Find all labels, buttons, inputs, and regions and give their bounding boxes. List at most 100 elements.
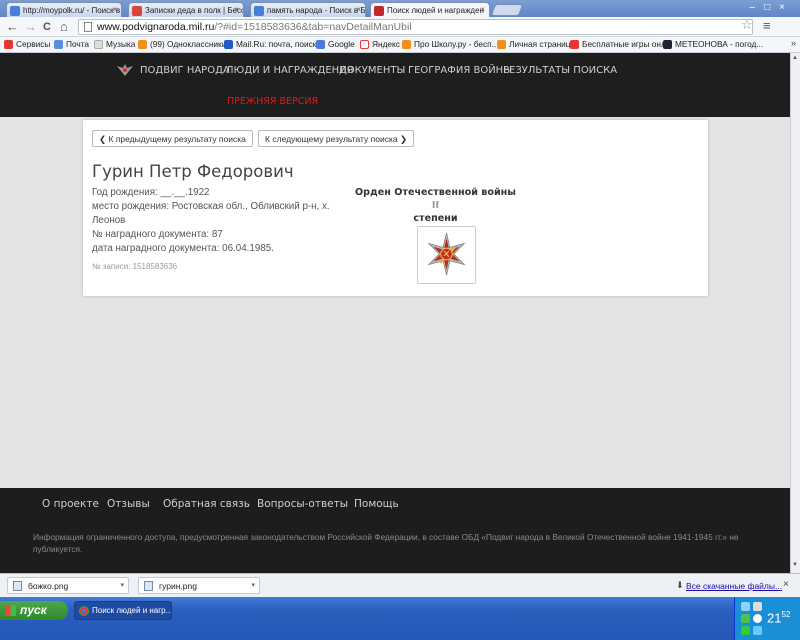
nav-documents[interactable]: ДОКУМЕНТЫ: [339, 65, 405, 76]
yandex-icon: [360, 40, 369, 49]
prev-result-button[interactable]: ❮ К предыдущему результату поиска: [92, 130, 253, 147]
award-title[interactable]: Орден Отечественной войны II степени: [353, 186, 518, 225]
start-label: пуск: [20, 603, 47, 617]
footer-link-feedback[interactable]: Обратная связь: [163, 498, 250, 510]
award-image[interactable]: [417, 226, 476, 284]
page-icon: [84, 22, 92, 32]
url-path: /?#id=1518583636&tab=navDetailManUbil: [214, 21, 412, 33]
chevron-down-icon[interactable]: ▾: [120, 581, 124, 589]
footer-link-about[interactable]: О проекте: [42, 498, 99, 510]
google-search-favicon: [254, 6, 264, 16]
nav-people-awards[interactable]: ЛЮДИ И НАГРАЖДЕНИЯ: [226, 65, 354, 76]
tab-close-icon[interactable]: ×: [356, 5, 361, 14]
games-icon: [570, 40, 579, 49]
footer-link-reviews[interactable]: Отзывы: [107, 498, 150, 510]
bookmark-item[interactable]: Google: [316, 39, 355, 49]
home-button[interactable]: ⌂: [60, 19, 68, 35]
person-name: Гурин Петр Федорович: [92, 162, 294, 181]
birth-place: место рождения: Ростовская обл., Обливск…: [92, 201, 330, 212]
chevron-down-icon[interactable]: ▾: [251, 581, 255, 589]
start-button[interactable]: пуск: [0, 601, 68, 620]
bookmark-label: Музыка: [106, 39, 136, 49]
tab-close-icon[interactable]: ×: [480, 5, 485, 14]
tab-close-icon[interactable]: ×: [112, 5, 117, 14]
bookmark-item[interactable]: Бесплатные игры онл...: [570, 39, 673, 49]
bookmark-item[interactable]: Личная страница: [497, 39, 575, 49]
next-result-button[interactable]: К следующему результату поиска ❯: [258, 130, 415, 147]
windows-logo-icon: [5, 605, 16, 616]
podvig-favicon: [374, 6, 384, 16]
birth-year: Год рождения: __.__.1922: [92, 187, 210, 198]
network-icon[interactable]: [741, 602, 750, 611]
footer-link-help[interactable]: Помощь: [354, 498, 399, 510]
tray-app-icon[interactable]: [753, 614, 762, 623]
download-arrow-icon: ⬇: [676, 580, 684, 590]
bookmark-item[interactable]: Почта: [54, 39, 89, 49]
bookmark-label: Почта: [66, 39, 90, 49]
bookmark-item[interactable]: Про Школу.ру - бесп...: [402, 39, 499, 49]
bookmark-item[interactable]: Mail.Ru: почта, поиск ...: [224, 39, 326, 49]
tab-pamyat[interactable]: память народа - Поиск в Б ×: [250, 2, 366, 17]
menu-icon[interactable]: ≡: [763, 18, 771, 33]
taskbar-window-chrome[interactable]: Поиск людей и нагр...: [74, 601, 172, 620]
nav-search-results[interactable]: РЕЗУЛЬТАТЫ ПОИСКА: [503, 65, 617, 76]
site-favicon: [132, 6, 142, 16]
bookmark-item[interactable]: Яндекс: [360, 39, 400, 49]
record-number: № записи: 1518583636: [92, 262, 178, 271]
tab-label: память народа - Поиск в Б: [267, 6, 366, 15]
window-controls[interactable]: –□×: [750, 2, 794, 13]
folder-icon: [54, 40, 63, 49]
page-icon: [94, 40, 103, 49]
old-version-link[interactable]: ПРЕЖНЯЯ ВЕРСИЯ: [227, 96, 318, 107]
download-item[interactable]: божко.png ▾: [7, 577, 129, 594]
clock[interactable]: 2152: [767, 610, 790, 625]
award-name: Орден Отечественной войны: [355, 187, 516, 198]
footer-link-faq[interactable]: Вопросы-ответы: [257, 498, 348, 510]
back-button[interactable]: ←: [6, 19, 19, 35]
bookmarks-overflow-button[interactable]: »: [791, 38, 796, 48]
bookmark-star-icon[interactable]: ☆: [741, 17, 753, 33]
bookmark-label: Личная страница: [509, 39, 576, 49]
volume-icon[interactable]: [753, 602, 762, 611]
tray-app-icon[interactable]: [741, 626, 750, 635]
tab-strip: http://moypolk.ru/ - Поиск в × Записки д…: [0, 0, 800, 17]
bookmark-item[interactable]: (99) Одноклассники: [138, 39, 226, 49]
bookmark-item[interactable]: МЕТЕОНОВА - погод...: [663, 39, 763, 49]
nav-podvig-naroda[interactable]: ПОДВИГ НАРОДА: [140, 65, 230, 76]
tray-app-icon[interactable]: [753, 626, 762, 635]
nav-war-geography[interactable]: ГЕОГРАФИЯ ВОЙНЫ: [408, 65, 512, 76]
double-eagle-logo-icon[interactable]: [116, 62, 134, 78]
site-icon: [402, 40, 411, 49]
chevron-left-icon: ❮: [99, 134, 107, 144]
taskbar-window-label: Поиск людей и нагр...: [92, 606, 172, 615]
scroll-down-icon[interactable]: ▼: [792, 562, 798, 568]
bookmark-item[interactable]: Сервисы: [4, 39, 50, 49]
mailru-icon: [224, 40, 233, 49]
downloads-bar: божко.png ▾ гурин.png ▾ ⬇ Все скачанные …: [0, 573, 800, 597]
new-tab-button[interactable]: [490, 4, 524, 16]
scroll-up-icon[interactable]: ▲: [792, 55, 798, 61]
clock-minutes: 52: [781, 610, 791, 619]
bookmark-label: Mail.Ru: почта, поиск ...: [236, 39, 326, 49]
bookmark-item[interactable]: Музыка: [94, 39, 135, 49]
chrome-icon: [79, 606, 89, 616]
forward-button[interactable]: →: [24, 19, 37, 35]
tab-moypolk[interactable]: http://moypolk.ru/ - Поиск в ×: [6, 2, 122, 17]
apps-icon: [4, 40, 13, 49]
address-bar[interactable]: www.podvignaroda.mil.ru/?#id=1518583636&…: [78, 19, 753, 35]
browser-window: http://moypolk.ru/ - Поиск в × Записки д…: [0, 0, 800, 640]
prev-result-label: К предыдущему результату поиска: [108, 134, 246, 144]
page-scrollbar[interactable]: ▲ ▼: [790, 53, 800, 573]
site-icon: [497, 40, 506, 49]
reload-button[interactable]: C: [43, 19, 51, 35]
download-item[interactable]: гурин.png ▾: [138, 577, 260, 594]
all-downloads-link[interactable]: Все скачанные файлы...: [686, 581, 782, 591]
bookmarks-bar: Сервисы Почта Музыка (99) Одноклассники …: [0, 37, 800, 53]
odnoklassniki-icon: [138, 40, 147, 49]
bookmark-label: Про Школу.ру - бесп...: [414, 39, 499, 49]
tray-app-icon[interactable]: [741, 614, 750, 623]
tab-close-icon[interactable]: ×: [234, 5, 239, 14]
close-icon[interactable]: ×: [783, 579, 789, 590]
tab-zapiski[interactable]: Записки деда в полк | Бесс ×: [128, 2, 244, 17]
tab-podvig-active[interactable]: Поиск людей и награжден ×: [370, 2, 490, 17]
